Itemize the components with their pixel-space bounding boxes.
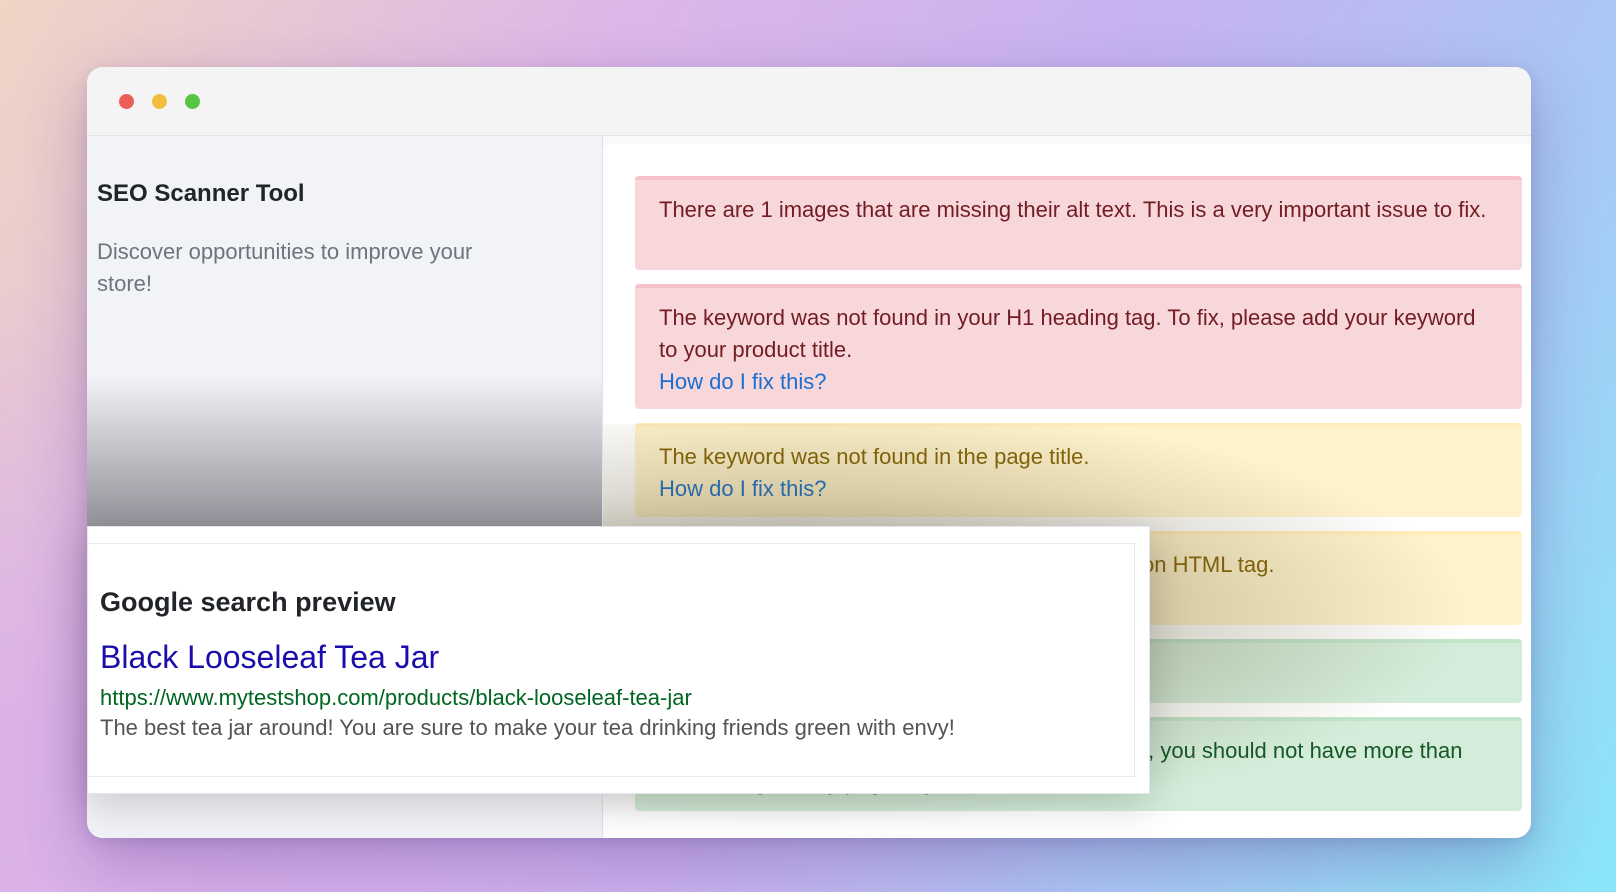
alert-message: tion HTML tag. bbox=[1131, 552, 1275, 577]
window-titlebar bbox=[87, 67, 1531, 136]
alert-message: There are 1 images that are missing thei… bbox=[659, 197, 1487, 222]
maximize-window-button[interactable] bbox=[185, 94, 200, 109]
alert-page-title-keyword: The keyword was not found in the page ti… bbox=[635, 423, 1522, 517]
app-subtitle: Discover opportunities to improve your s… bbox=[97, 239, 473, 296]
serp-result-url: https://www.mytestshop.com/products/blac… bbox=[100, 685, 692, 710]
app-title: SEO Scanner Tool bbox=[97, 180, 305, 207]
close-window-button[interactable] bbox=[119, 94, 134, 109]
serp-result-title[interactable]: Black Looseleaf Tea Jar bbox=[100, 639, 439, 676]
alert-message: The keyword was not found in your H1 hea… bbox=[659, 305, 1476, 362]
preview-heading: Google search preview bbox=[100, 587, 396, 617]
alert-h1-keyword: The keyword was not found in your H1 hea… bbox=[635, 284, 1522, 409]
google-search-preview-card: Google search preview Black Looseleaf Te… bbox=[87, 526, 1150, 794]
sidebar-shadow bbox=[87, 376, 602, 536]
minimize-window-button[interactable] bbox=[152, 94, 167, 109]
serp-result-description: The best tea jar around! You are sure to… bbox=[100, 715, 955, 740]
alert-missing-alt-text: There are 1 images that are missing thei… bbox=[635, 176, 1522, 270]
alert-message: The keyword was not found in the page ti… bbox=[659, 444, 1090, 469]
how-to-fix-link[interactable]: How do I fix this? bbox=[659, 473, 1498, 505]
how-to-fix-link[interactable]: How do I fix this? bbox=[659, 366, 1498, 398]
